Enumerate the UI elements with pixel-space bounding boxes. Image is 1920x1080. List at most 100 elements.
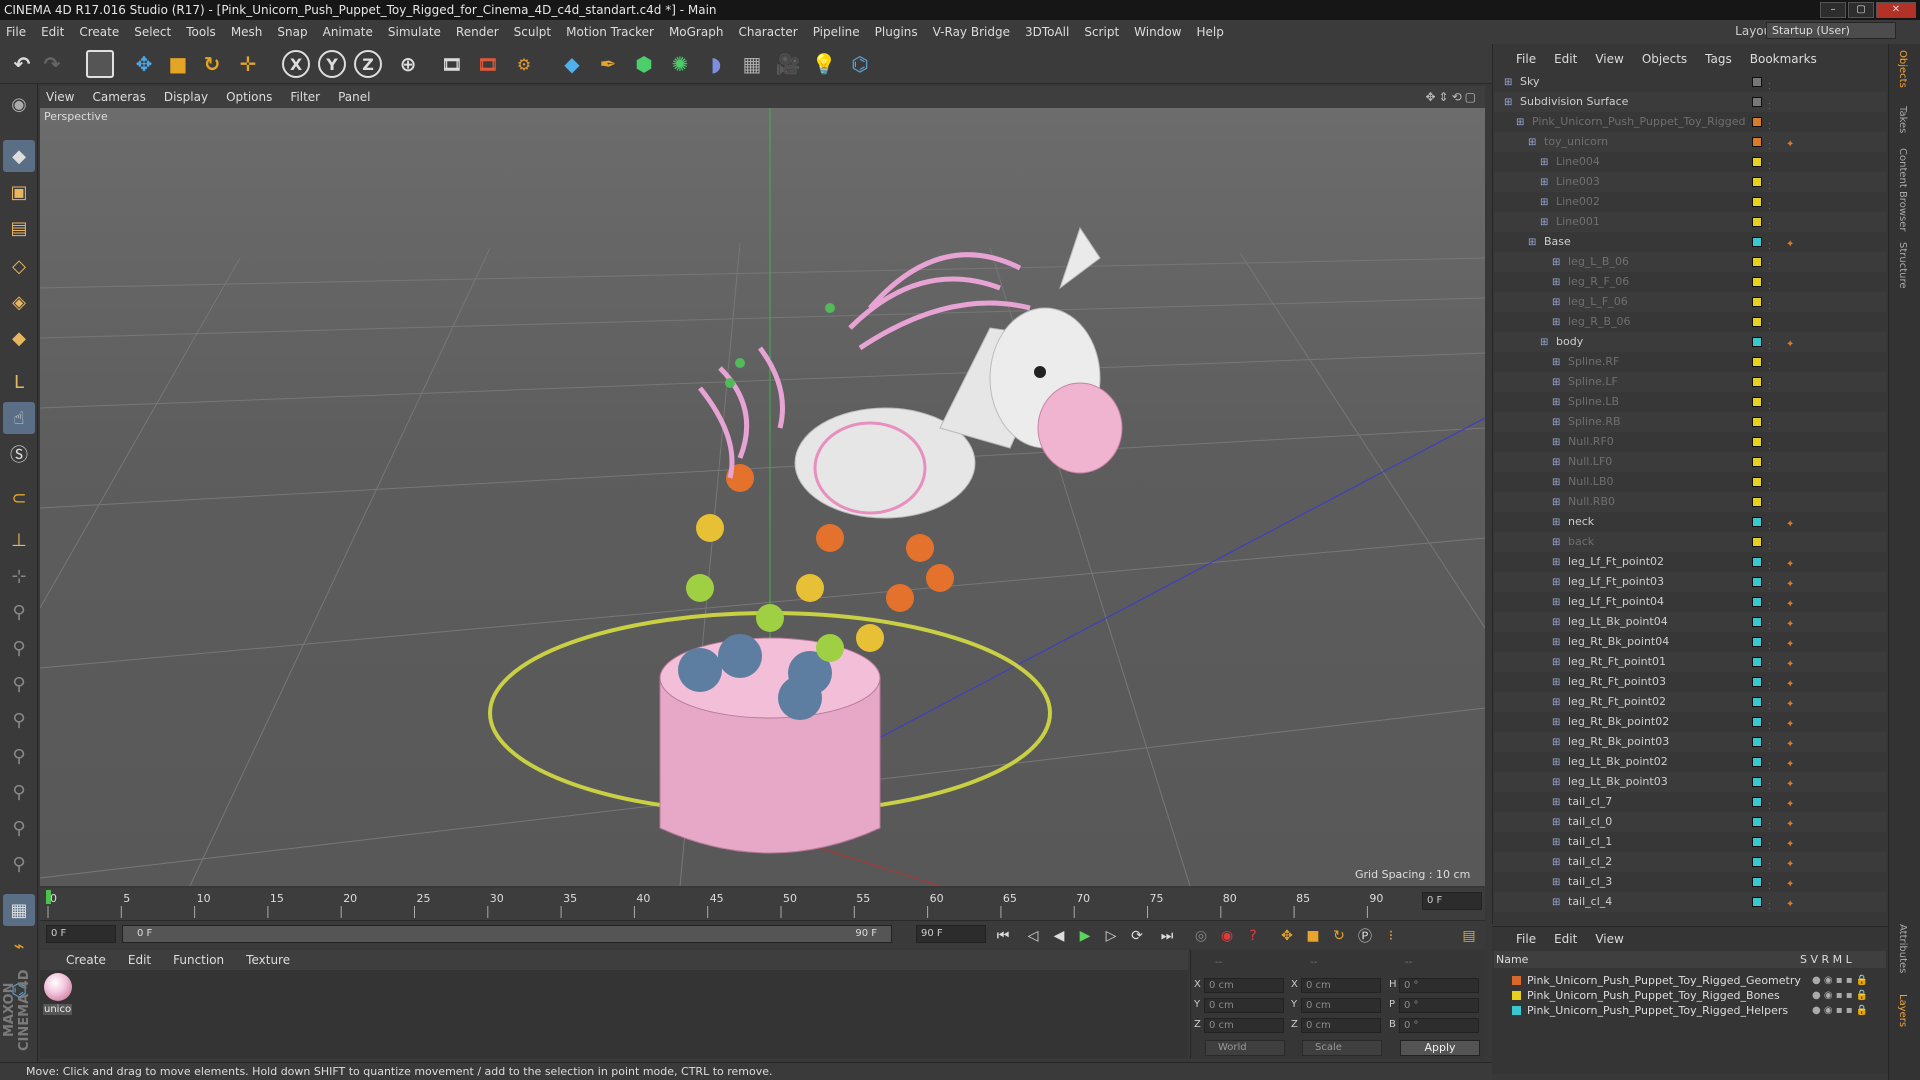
- om-row[interactable]: ⊞ Subdivision Surface ⁚: [1494, 92, 1886, 112]
- points-mode-icon[interactable]: ◇: [3, 250, 35, 282]
- om-menu-bookmarks[interactable]: Bookmarks: [1750, 52, 1817, 66]
- array-icon[interactable]: ✺: [664, 48, 696, 80]
- menu-mograph[interactable]: MoGraph: [669, 25, 724, 39]
- sculpt-grab-icon[interactable]: ⚲: [3, 596, 35, 628]
- visibility-dots-icon[interactable]: ⁚: [1768, 897, 1771, 917]
- cube-icon[interactable]: ◆: [556, 48, 588, 80]
- om-row[interactable]: ⊞ Spline.RB ⁚: [1494, 412, 1886, 432]
- om-row[interactable]: ⊞ leg_Lf_Ft_point02 ⁚ ✦: [1494, 552, 1886, 572]
- world-coords-icon[interactable]: ⊕: [392, 48, 424, 80]
- layer-color-swatch[interactable]: [1752, 757, 1762, 767]
- layer-color-swatch[interactable]: [1752, 657, 1762, 667]
- menu-render[interactable]: Render: [456, 25, 499, 39]
- hierarchy-expand-icon[interactable]: ⊞: [1552, 393, 1564, 413]
- om-row[interactable]: ⊞ Line001 ⁚: [1494, 212, 1886, 232]
- layer-row[interactable]: Pink_Unicorn_Push_Puppet_Toy_Rigged_Help…: [1512, 1003, 1868, 1018]
- tab-layers[interactable]: Layers: [1897, 994, 1908, 1027]
- hierarchy-expand-icon[interactable]: ⊞: [1552, 733, 1564, 753]
- viewport-menu-panel[interactable]: Panel: [338, 90, 370, 104]
- hierarchy-expand-icon[interactable]: ⊞: [1552, 253, 1564, 273]
- menu-plugins[interactable]: Plugins: [875, 25, 918, 39]
- layer-color-swatch[interactable]: [1752, 397, 1762, 407]
- om-row[interactable]: ⊞ leg_Lt_Bk_point03 ⁚ ✦: [1494, 772, 1886, 792]
- menu-pipeline[interactable]: Pipeline: [813, 25, 860, 39]
- hierarchy-expand-icon[interactable]: ⊞: [1552, 533, 1564, 553]
- hierarchy-expand-icon[interactable]: ⊞: [1552, 813, 1564, 833]
- menu-3dtoall[interactable]: 3DToAll: [1025, 25, 1069, 39]
- layer-color-swatch[interactable]: [1752, 257, 1762, 267]
- move-icon[interactable]: ✥: [128, 48, 160, 80]
- coord-pos-field[interactable]: 0 cm: [1204, 978, 1284, 993]
- viewport-menu-filter[interactable]: Filter: [290, 90, 320, 104]
- layer-menu-view[interactable]: View: [1595, 932, 1623, 946]
- sculpt-pull-icon[interactable]: ⚲: [3, 668, 35, 700]
- timeline-ruler[interactable]: 0 5 10 15 20 25 30 35 40 45 50 55 60 65 70 75 80 85 90 0 F: [40, 888, 1485, 920]
- axis-mode-icon[interactable]: L: [3, 366, 35, 398]
- menu-tools[interactable]: Tools: [186, 25, 216, 39]
- layer-color-swatch[interactable]: [1752, 557, 1762, 567]
- scale-icon[interactable]: ■: [162, 48, 194, 80]
- om-row[interactable]: ⊞ leg_Lf_Ft_point04 ⁚ ✦: [1494, 592, 1886, 612]
- layer-color-swatch[interactable]: [1752, 157, 1762, 167]
- hierarchy-expand-icon[interactable]: ⊞: [1552, 633, 1564, 653]
- om-row[interactable]: ⊞ leg_Lt_Bk_point02 ⁚ ✦: [1494, 752, 1886, 772]
- layer-color-swatch[interactable]: [1512, 1006, 1521, 1015]
- om-row[interactable]: ⊞ Line004 ⁚: [1494, 152, 1886, 172]
- hierarchy-expand-icon[interactable]: ⊞: [1552, 373, 1564, 393]
- layer-color-swatch[interactable]: [1752, 597, 1762, 607]
- om-row[interactable]: ⊞ leg_Rt_Ft_point01 ⁚ ✦: [1494, 652, 1886, 672]
- autokey-icon[interactable]: ◉: [1216, 926, 1238, 946]
- menu-window[interactable]: Window: [1134, 25, 1181, 39]
- om-row[interactable]: ⊞ Null.RF0 ⁚: [1494, 432, 1886, 452]
- layer-row[interactable]: Pink_Unicorn_Push_Puppet_Toy_Rigged_Geom…: [1512, 973, 1868, 988]
- sculpt-pinch-icon[interactable]: ⚲: [3, 776, 35, 808]
- layer-color-swatch[interactable]: [1752, 317, 1762, 327]
- hierarchy-expand-icon[interactable]: ⊞: [1552, 613, 1564, 633]
- om-row[interactable]: ⊞ Null.RB0 ⁚: [1494, 492, 1886, 512]
- sculpt-erase-icon[interactable]: ⚲: [3, 848, 35, 880]
- python-icon[interactable]: ⌬: [844, 48, 876, 80]
- om-row[interactable]: ⊞ leg_R_B_06 ⁚: [1494, 312, 1886, 332]
- play-icon[interactable]: ▶: [1074, 926, 1096, 946]
- menu-mesh[interactable]: Mesh: [231, 25, 263, 39]
- material-menu-function[interactable]: Function: [173, 953, 224, 967]
- layer-color-swatch[interactable]: [1512, 991, 1521, 1000]
- polygons-mode-icon[interactable]: ◆: [3, 322, 35, 354]
- layer-color-swatch[interactable]: [1752, 677, 1762, 687]
- prev-frame-icon[interactable]: ◀: [1048, 926, 1070, 946]
- material-menu-texture[interactable]: Texture: [246, 953, 290, 967]
- menu-create[interactable]: Create: [79, 25, 119, 39]
- om-row[interactable]: ⊞ Spline.RF ⁚: [1494, 352, 1886, 372]
- layer-color-swatch[interactable]: [1752, 297, 1762, 307]
- menu-animate[interactable]: Animate: [323, 25, 373, 39]
- hierarchy-expand-icon[interactable]: ⊞: [1552, 693, 1564, 713]
- om-row[interactable]: ⊞ tail_cl_2 ⁚ ✦: [1494, 852, 1886, 872]
- om-row[interactable]: ⊞ back ⁚: [1494, 532, 1886, 552]
- om-row[interactable]: ⊞ tail_cl_4 ⁚ ✦: [1494, 892, 1886, 912]
- key-param-icon[interactable]: Ⓟ: [1354, 926, 1376, 946]
- menu-file[interactable]: File: [6, 25, 26, 39]
- camera-icon[interactable]: 🎥: [772, 48, 804, 80]
- close-button[interactable]: ✕: [1876, 2, 1916, 18]
- layer-color-swatch[interactable]: [1752, 697, 1762, 707]
- next-frame-icon[interactable]: ▷: [1100, 926, 1122, 946]
- range-slider[interactable]: 0 F 90 F: [122, 925, 892, 943]
- key-scale-icon[interactable]: ■: [1302, 926, 1324, 946]
- sculpt-flatten-icon[interactable]: ⚲: [3, 704, 35, 736]
- om-row[interactable]: ⊞ Pink_Unicorn_Push_Puppet_Toy_Rigged ⁚: [1494, 112, 1886, 132]
- om-menu-edit[interactable]: Edit: [1554, 52, 1577, 66]
- material-swatch[interactable]: [44, 973, 72, 1001]
- goto-prev-key-icon[interactable]: ◁: [1022, 926, 1044, 946]
- om-row[interactable]: ⊞ neck ⁚ ✦: [1494, 512, 1886, 532]
- hierarchy-expand-icon[interactable]: ⊞: [1552, 873, 1564, 893]
- hierarchy-expand-icon[interactable]: ⊞: [1552, 473, 1564, 493]
- hierarchy-expand-icon[interactable]: ⊞: [1552, 753, 1564, 773]
- locked-workplane-icon[interactable]: ⊥: [3, 524, 35, 556]
- make-editable-icon[interactable]: ◉: [3, 88, 35, 120]
- magnet-icon[interactable]: ⌁: [3, 930, 35, 962]
- coord-pos-field[interactable]: 0 cm: [1204, 1018, 1284, 1033]
- tab-takes[interactable]: Takes: [1897, 106, 1908, 133]
- viewport-menu-view[interactable]: View: [46, 90, 74, 104]
- om-row[interactable]: ⊞ leg_R_F_06 ⁚: [1494, 272, 1886, 292]
- x-axis-icon[interactable]: X: [282, 50, 310, 78]
